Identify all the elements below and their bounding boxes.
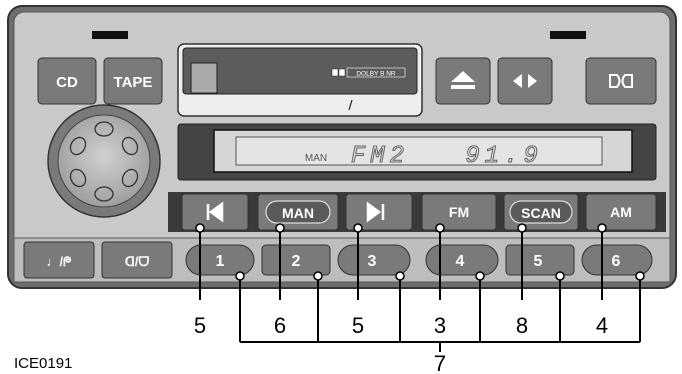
preset-label-4: 4 (456, 253, 465, 270)
cd-button[interactable]: CD (37, 57, 97, 105)
preset-label-3: 3 (368, 253, 377, 270)
preset-button-5[interactable]: 5 (505, 244, 575, 276)
radio-diagram: CD TAPE DOLBY B NR MAN FM2 91.9 MAN FM S… (7, 5, 677, 374)
callout-presets: 7 (434, 351, 446, 374)
tape-label: TAPE (114, 74, 153, 91)
tone-mode-label: ᗡ/ᗜ (125, 254, 150, 269)
cassette-window (190, 62, 218, 94)
callout-man: 6 (274, 313, 286, 338)
volume-knob[interactable] (47, 104, 161, 218)
preset-button-4[interactable]: 4 (425, 244, 499, 276)
callout-fm: 3 (434, 313, 446, 338)
seek-down-button[interactable] (181, 193, 249, 231)
band-readout: FM2 (351, 143, 409, 170)
am-label: AM (610, 204, 632, 220)
man-indicator: MAN (305, 153, 327, 164)
dolby-label: DOLBY B NR (356, 71, 396, 78)
figure-code: ICE0191 (14, 355, 72, 372)
am-button[interactable]: AM (585, 193, 657, 231)
audio-mode-label: ♩/ᖘ (46, 254, 72, 269)
eject-button[interactable] (435, 57, 491, 105)
preset-button-1[interactable]: 1 (185, 244, 255, 276)
dolby-button[interactable] (585, 57, 657, 105)
fm-button[interactable]: FM (421, 193, 497, 231)
cd-label: CD (56, 74, 78, 91)
preset-label-6: 6 (612, 253, 621, 270)
preset-label-5: 5 (534, 253, 543, 270)
ir-window-right (550, 31, 586, 39)
callout-scan: 8 (516, 313, 528, 338)
preset-button-3[interactable]: 3 (337, 244, 411, 276)
callout-seek-down: 5 (194, 313, 206, 338)
callout-am: 4 (596, 313, 608, 338)
tape-direction-button[interactable] (497, 57, 553, 105)
preset-button-6[interactable]: 6 (581, 244, 653, 276)
man-label: MAN (282, 205, 314, 221)
cassette-slot: DOLBY B NR (177, 43, 423, 117)
preset-label-1: 1 (216, 253, 225, 270)
tape-button[interactable]: TAPE (103, 57, 163, 105)
ir-window-left (92, 31, 128, 39)
callout-seek-up: 5 (352, 313, 364, 338)
preset-label-2: 2 (292, 253, 301, 270)
preset-button-2[interactable]: 2 (261, 244, 331, 276)
fm-label: FM (449, 204, 469, 220)
man-button[interactable]: MAN (257, 193, 339, 231)
lcd-display: MAN FM2 91.9 (177, 123, 657, 181)
frequency-readout: 91.9 (465, 143, 543, 170)
scan-label: SCAN (521, 205, 561, 221)
scan-button[interactable]: SCAN (503, 193, 579, 231)
audio-mode-button[interactable]: ♩/ᖘ (23, 241, 95, 279)
tone-mode-button[interactable]: ᗡ/ᗜ (101, 241, 173, 279)
